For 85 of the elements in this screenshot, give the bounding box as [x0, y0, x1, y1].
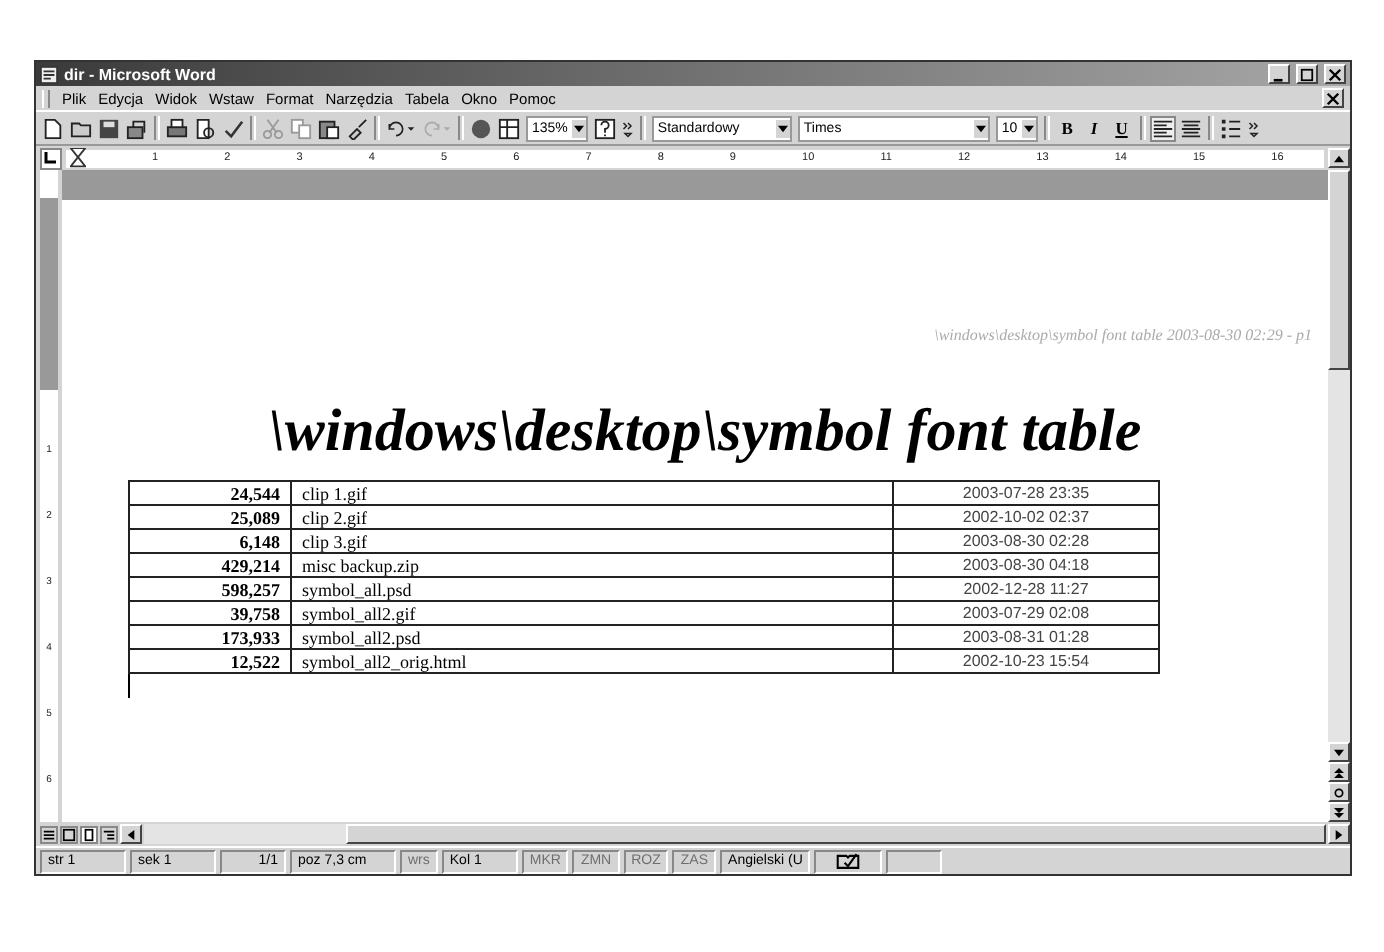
more-options-icon[interactable]	[621, 117, 634, 139]
table-cell: 39,758	[129, 601, 291, 625]
double-up-arrow-icon	[1334, 767, 1344, 777]
brush-icon[interactable]	[346, 117, 368, 139]
folder-icon[interactable]	[70, 117, 92, 139]
table-cell: 2002-10-02 02:37	[893, 505, 1159, 529]
circle-icon	[1334, 787, 1344, 797]
table-cell: 2003-07-28 23:35	[893, 481, 1159, 505]
dropdown-arrow-icon	[571, 119, 586, 137]
left-arrow-icon	[126, 829, 136, 839]
right-arrow-icon	[1334, 829, 1344, 839]
text-cursor	[128, 674, 130, 698]
tab-stop-icon	[42, 149, 58, 165]
next-page-button[interactable]	[1328, 802, 1350, 822]
save-icon[interactable]	[98, 117, 120, 139]
table-cell: 429,214	[129, 553, 291, 577]
table-cell: 2002-12-28 11:27	[893, 577, 1159, 601]
table-cell: 2003-07-29 02:08	[893, 601, 1159, 625]
dropdown-arrow-icon	[1021, 119, 1036, 137]
page-header: \windows\desktop\symbol font table 2003-08-30 02:29 - p1	[934, 326, 1312, 344]
close-document-button[interactable]	[1322, 88, 1344, 108]
table-cell: 2002-10-23 15:54	[893, 649, 1159, 673]
permission-icon[interactable]	[126, 117, 148, 139]
bold-button[interactable]: B	[1055, 118, 1079, 138]
double-down-arrow-icon	[1334, 807, 1344, 817]
scroll-left-button[interactable]	[120, 824, 142, 844]
scroll-thumb[interactable]	[1328, 170, 1350, 370]
italic-button[interactable]: I	[1084, 118, 1104, 138]
table-cell: clip 3.gif	[291, 529, 893, 553]
minimize-button[interactable]	[1268, 64, 1290, 84]
table-cell: 2003-08-30 02:28	[893, 529, 1159, 553]
table-cell: 6,148	[129, 529, 291, 553]
table-cell: 24,544	[129, 481, 291, 505]
down-arrow-icon	[1334, 747, 1344, 757]
table-cell: misc backup.zip	[291, 553, 893, 577]
new-document-icon[interactable]	[42, 117, 64, 139]
scroll-right-button[interactable]	[1328, 824, 1350, 844]
close-icon	[1328, 67, 1342, 81]
scroll-down-button[interactable]	[1328, 742, 1350, 762]
scroll-thumb[interactable]	[346, 824, 1326, 844]
table-cell: 173,933	[129, 625, 291, 649]
normal-view-icon[interactable]	[40, 825, 58, 843]
maximize-button[interactable]	[1296, 64, 1318, 84]
tab-selector[interactable]	[40, 147, 62, 169]
print-view-icon[interactable]	[80, 825, 98, 843]
window-title: dir - Microsoft Word	[64, 65, 216, 83]
table-cell: symbol_all2_orig.html	[291, 649, 893, 673]
up-arrow-icon	[1334, 153, 1344, 163]
align-left-icon[interactable]	[1151, 117, 1174, 139]
outline-view-icon[interactable]	[100, 825, 118, 843]
document-icon	[40, 65, 58, 83]
table-cell: 25,089	[129, 505, 291, 529]
table-cell: symbol_all2.psd	[291, 625, 893, 649]
help-icon[interactable]	[593, 117, 616, 139]
maximize-icon	[1300, 67, 1314, 81]
close-button[interactable]	[1324, 64, 1346, 84]
document-heading: \windows\desktop\symbol font table	[268, 400, 1144, 464]
previous-page-button[interactable]	[1328, 762, 1350, 782]
table-cell: symbol_all.psd	[291, 577, 893, 601]
indent-marker-icon[interactable]	[70, 147, 86, 169]
print-preview-icon[interactable]	[194, 117, 216, 139]
web-view-icon[interactable]	[60, 825, 78, 843]
table-cell: clip 1.gif	[291, 481, 893, 505]
table-icon[interactable]	[498, 117, 520, 139]
status-field	[886, 849, 943, 873]
scroll-up-button[interactable]	[1328, 148, 1350, 168]
table-cell: 2003-08-30 04:18	[893, 553, 1159, 577]
table-cell: 12,522	[129, 649, 291, 673]
undo-icon[interactable]	[386, 117, 416, 139]
more-options-icon[interactable]	[1247, 117, 1260, 139]
bullet-list-icon[interactable]	[1219, 117, 1242, 139]
dropdown-arrow-icon	[775, 119, 790, 137]
clipboard-icon[interactable]	[318, 117, 340, 139]
close-icon	[1326, 91, 1340, 105]
underline-button[interactable]: U	[1109, 118, 1134, 138]
table-cell: 2003-08-31 01:28	[893, 625, 1159, 649]
table-cell: 598,257	[129, 577, 291, 601]
print-icon[interactable]	[166, 117, 188, 139]
table-cell: clip 2.gif	[291, 505, 893, 529]
table-cell: symbol_all2.gif	[291, 601, 893, 625]
browse-object-button[interactable]	[1328, 782, 1350, 802]
spelling-icon[interactable]	[222, 117, 244, 139]
dropdown-arrow-icon	[973, 119, 988, 137]
book-icon	[836, 852, 861, 870]
align-center-icon[interactable]	[1179, 117, 1202, 139]
